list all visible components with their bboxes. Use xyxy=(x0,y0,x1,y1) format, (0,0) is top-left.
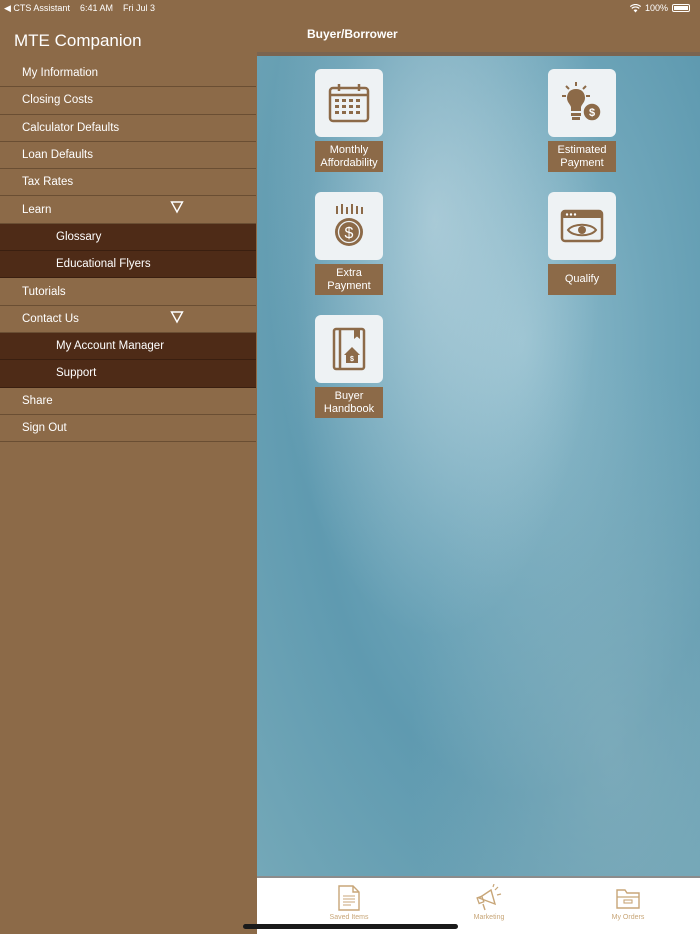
battery-icon xyxy=(672,4,690,12)
sidebar-subitem-glossary[interactable]: Glossary xyxy=(0,223,256,252)
sidebar-item-label: Educational Flyers xyxy=(56,258,151,271)
tile-label-line2: Affordability xyxy=(320,156,378,169)
sidebar-item-label: Contact Us xyxy=(22,312,79,325)
sidebar-item-tax-rates[interactable]: Tax Rates xyxy=(0,169,256,197)
house-book-icon: $ xyxy=(332,327,366,371)
sidebar-item-contact-us[interactable]: Contact Us xyxy=(0,306,256,333)
sidebar-item-label: Glossary xyxy=(56,230,102,243)
svg-text:$: $ xyxy=(345,225,354,242)
svg-text:$: $ xyxy=(589,107,595,119)
sidebar-item-sign-out[interactable]: Sign Out xyxy=(0,415,256,443)
sidebar-subitem-my-account-manager[interactable]: My Account Manager xyxy=(0,332,256,361)
sidebar-item-learn[interactable]: Learn xyxy=(0,196,256,224)
status-date: Fri Jul 3 xyxy=(122,3,155,13)
sidebar: ◀ CTS Assistant 6:41 AM Fri Jul 3 MTE Comp… xyxy=(0,0,256,934)
megaphone-icon xyxy=(476,884,502,911)
tile-label: Buyer Handbook xyxy=(315,387,383,418)
document-icon xyxy=(338,885,360,911)
sidebar-item-calculator-defaults[interactable]: Calculator Defaults xyxy=(0,115,256,142)
calendar-icon xyxy=(328,84,370,123)
tile-icon-box xyxy=(315,69,383,137)
home-indicator[interactable] xyxy=(243,924,458,929)
wifi-icon xyxy=(629,3,641,12)
header-bar: 100% Buyer/Borrower xyxy=(257,0,700,52)
buyer-handbook-tile[interactable]: $ Buyer Handbook xyxy=(315,315,383,418)
sidebar-item-label: Support xyxy=(56,367,97,380)
tile-label-line1: Estimated xyxy=(557,144,607,156)
svg-text:$: $ xyxy=(350,356,354,363)
tile-label-line1: Qualify xyxy=(564,273,600,286)
tile-label: Monthly Affordability xyxy=(315,141,383,172)
dollar-coin-icon: $ xyxy=(335,204,363,246)
sidebar-item-label: Tax Rates xyxy=(22,176,74,189)
tile-icon-box: $ xyxy=(548,69,616,137)
lightbulb-dollar-icon: $ xyxy=(562,82,602,122)
estimated-payment-tile[interactable]: $ Estimated Payment xyxy=(548,69,616,172)
sidebar-item-label: Share xyxy=(22,394,53,407)
sidebar-item-tutorials[interactable]: Tutorials xyxy=(0,278,256,306)
sidebar-item-label: My Information xyxy=(22,67,99,80)
status-bar-right: 100% xyxy=(629,3,690,13)
tab-my-orders[interactable]: My Orders xyxy=(588,884,668,921)
folder-icon xyxy=(616,889,640,909)
sidebar-subitem-educational-flyers[interactable]: Educational Flyers xyxy=(0,251,256,279)
expand-triangle-icon[interactable] xyxy=(170,310,184,324)
back-to-app-link[interactable]: ◀ CTS Assistant xyxy=(4,3,70,13)
sidebar-item-label: Calculator Defaults xyxy=(22,121,120,134)
tile-label: Qualify xyxy=(548,264,616,295)
tile-label-line1: Extra xyxy=(336,267,362,279)
tile-label-line1: Monthly xyxy=(329,144,369,156)
qualify-tile[interactable]: Qualify xyxy=(548,192,616,295)
status-bar-left: ◀ CTS Assistant 6:41 AM Fri Jul 3 xyxy=(4,3,165,14)
tile-icon-box: $ xyxy=(315,192,383,260)
tile-icon-box xyxy=(548,192,616,260)
battery-percent: 100% xyxy=(644,3,668,13)
tile-label-line2: Handbook xyxy=(323,402,375,415)
sidebar-menu: My Information Closing Costs Calculator … xyxy=(0,60,256,443)
tab-label: Marketing xyxy=(473,914,505,921)
tab-label: My Orders xyxy=(611,914,645,921)
expand-triangle-icon[interactable] xyxy=(170,200,184,214)
sidebar-item-label: Loan Defaults xyxy=(22,149,93,162)
sidebar-item-label: Learn xyxy=(22,203,52,216)
sidebar-subitem-support[interactable]: Support xyxy=(0,360,256,388)
tile-label-line2: Payment xyxy=(327,279,371,292)
status-time: 6:41 AM xyxy=(79,3,113,13)
sidebar-item-my-information[interactable]: My Information xyxy=(0,60,256,88)
monthly-affordability-tile[interactable]: Monthly Affordability xyxy=(315,69,383,172)
sidebar-item-label: Closing Costs xyxy=(22,94,93,107)
sidebar-item-share[interactable]: Share xyxy=(0,388,256,415)
tile-label-line1: Buyer xyxy=(334,390,364,402)
main-panel: 100% Buyer/Borrower Monthly Affordabilit… xyxy=(257,0,700,934)
page-title: Buyer/Borrower xyxy=(307,27,398,41)
tab-label: Saved Items xyxy=(329,914,369,921)
tile-label-line2: Payment xyxy=(560,156,604,169)
tab-saved-items[interactable]: Saved Items xyxy=(309,884,389,921)
app-title: MTE Companion xyxy=(14,31,142,50)
tile-label: Extra Payment xyxy=(315,264,383,295)
sidebar-item-label: Sign Out xyxy=(22,422,67,434)
sidebar-item-loan-defaults[interactable]: Loan Defaults xyxy=(0,142,256,170)
tab-marketing[interactable]: Marketing xyxy=(449,884,529,921)
sidebar-item-label: My Account Manager xyxy=(56,340,165,353)
sidebar-item-closing-costs[interactable]: Closing Costs xyxy=(0,87,256,115)
tile-icon-box: $ xyxy=(315,315,383,383)
eye-window-icon xyxy=(560,209,604,243)
tile-label: Estimated Payment xyxy=(548,141,616,172)
extra-payment-tile[interactable]: $ Extra Payment xyxy=(315,192,383,295)
sidebar-item-label: Tutorials xyxy=(22,285,66,298)
content-area: Monthly Affordability $ Estimated Payment xyxy=(257,56,700,876)
